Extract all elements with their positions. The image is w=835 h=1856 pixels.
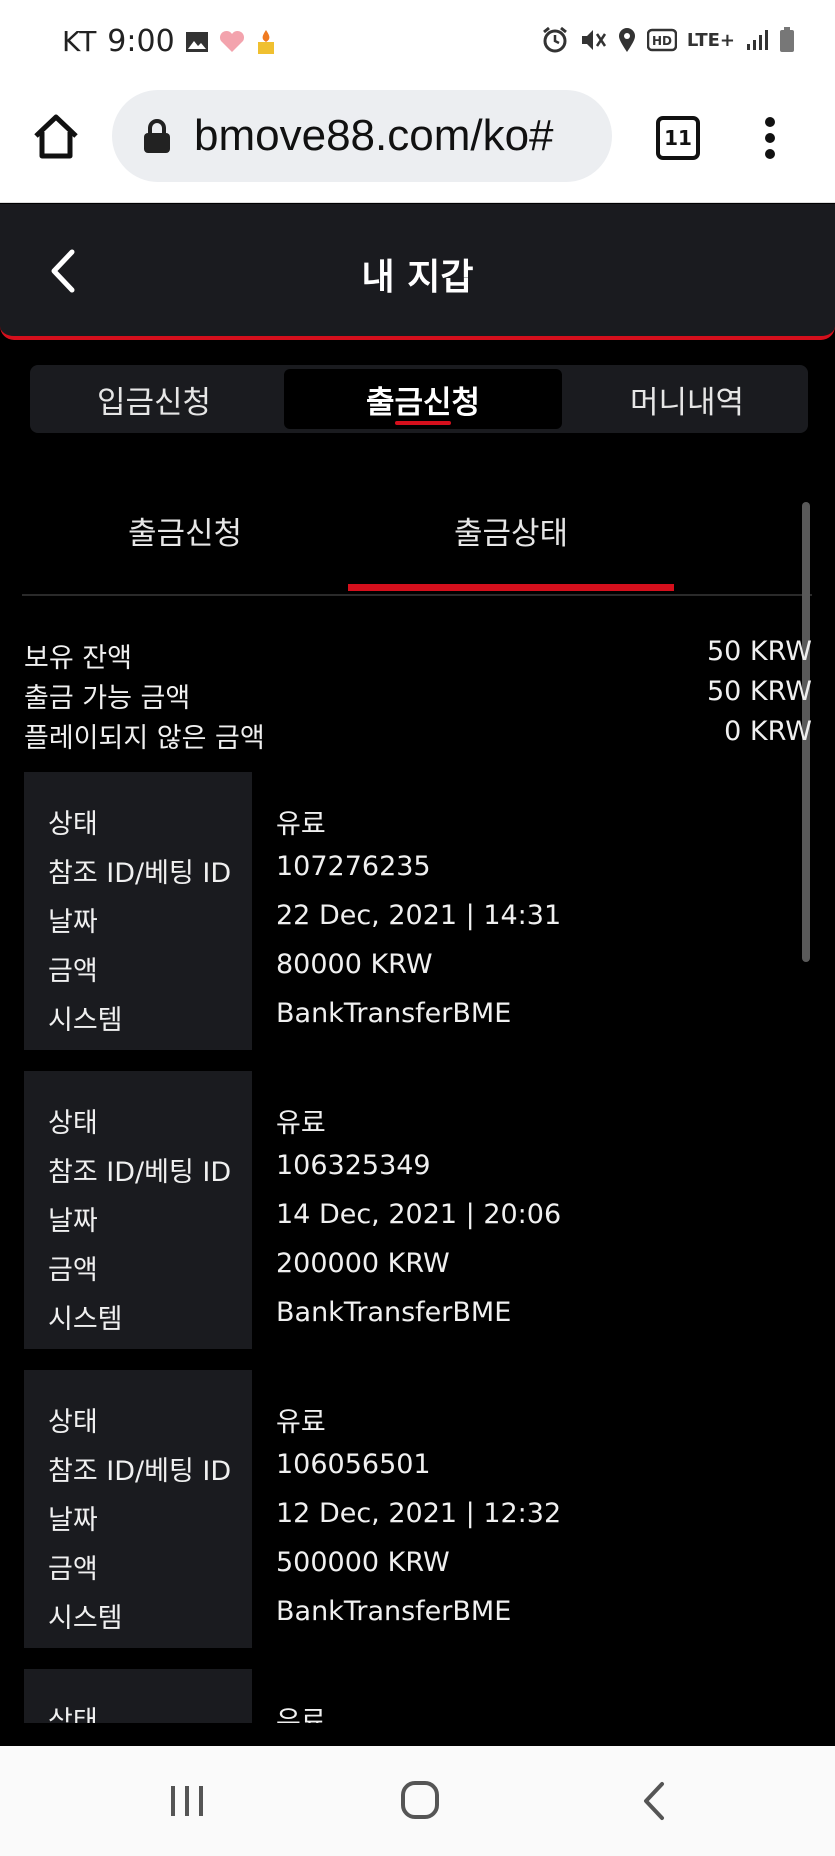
balance-summary: 보유 잔액 50 KRW 출금 가능 금액 50 KRW 플레이되지 않은 금액… — [24, 636, 812, 756]
system-value: BankTransferBME — [276, 1297, 512, 1328]
clock-time: 9:00 — [107, 24, 175, 59]
amount-value: 500000 KRW — [276, 1547, 450, 1578]
amount-label: 금액 — [48, 1255, 98, 1286]
status-value: 유료 — [276, 1407, 326, 1438]
date-label: 날짜 — [48, 1505, 98, 1536]
ref-id-label: 참조 ID/베팅 ID — [48, 1157, 232, 1188]
tab-label: 입금신청 — [96, 384, 212, 421]
tab-label: 출금신청 — [365, 384, 481, 421]
tab-money-history[interactable]: 머니내역 — [570, 369, 804, 429]
active-tab-indicator — [395, 421, 451, 425]
tab-switcher-button[interactable]: 11 — [656, 116, 700, 160]
more-menu-icon[interactable] — [762, 116, 778, 160]
system-value: BankTransferBME — [276, 1596, 512, 1627]
lock-icon — [144, 119, 170, 153]
wallet-header: 내 지갑 — [0, 204, 835, 340]
balance-value: 50 KRW — [706, 636, 812, 667]
date-label: 날짜 — [48, 1206, 98, 1237]
subtab-withdraw-status[interactable]: 출금상태 — [348, 508, 674, 553]
ref-id-label: 참조 ID/베팅 ID — [48, 858, 232, 889]
record-label-column: 상태 참조 ID/베팅 ID 날짜 금액 시스템 — [24, 1071, 252, 1349]
ref-id-value: 107276235 — [276, 851, 431, 882]
status-label: 상태 — [48, 1706, 98, 1723]
balance-label: 플레이되지 않은 금액 — [24, 723, 265, 754]
browser-toolbar: bmove88.com/ko# 11 — [0, 80, 835, 203]
ref-id-value: 106325349 — [276, 1150, 431, 1181]
signal-icon — [747, 30, 768, 50]
tab-deposit-request[interactable]: 입금신청 — [34, 369, 274, 429]
amount-value: 80000 KRW — [276, 949, 433, 980]
balance-row-held: 보유 잔액 50 KRW — [24, 636, 812, 676]
home-icon[interactable] — [30, 110, 82, 162]
status-label: 상태 — [48, 1407, 98, 1438]
hd-icon: HD — [646, 28, 677, 52]
image-icon — [185, 31, 208, 52]
battery-icon — [780, 27, 794, 52]
withdrawal-record: 상태 참조 ID/베팅 ID 날짜 금액 시스템 유료 106325349 14… — [24, 1071, 812, 1349]
alarm-icon — [542, 26, 567, 53]
system-label: 시스템 — [48, 1005, 123, 1036]
ref-id-label: 참조 ID/베팅 ID — [48, 1456, 232, 1487]
record-label-column: 상태 참조 ID/베팅 ID 날짜 금액 시스템 — [24, 1370, 252, 1648]
home-nav-icon[interactable] — [390, 1774, 450, 1828]
balance-row-withdrawable: 출금 가능 금액 50 KRW — [24, 676, 812, 716]
record-label-column: 상태 — [24, 1669, 252, 1723]
main-tab-bar: 입금신청 출금신청 머니내역 — [30, 365, 808, 433]
heart-icon — [219, 30, 244, 52]
date-value: 22 Dec, 2021 | 14:31 — [276, 900, 562, 931]
amount-label: 금액 — [48, 956, 98, 987]
balance-row-unplayed: 플레이되지 않은 금액 0 KRW — [24, 716, 812, 756]
recent-apps-icon[interactable] — [157, 1774, 217, 1828]
location-icon — [618, 28, 635, 52]
status-label: 상태 — [48, 809, 98, 840]
status-value: 유료 — [276, 1108, 326, 1139]
withdrawal-record: 상태 참조 ID/베팅 ID 날짜 금액 시스템 유료 106056501 12… — [24, 1370, 812, 1648]
back-nav-icon[interactable] — [624, 1774, 684, 1828]
lte-icon: LTE+ — [686, 29, 735, 51]
system-label: 시스템 — [48, 1603, 123, 1634]
mute-icon — [581, 30, 606, 50]
withdrawal-record: 상태 참조 ID/베팅 ID 날짜 금액 시스템 유료 107276235 22… — [24, 772, 812, 1050]
tab-label: 머니내역 — [629, 384, 745, 421]
amount-value: 200000 KRW — [276, 1248, 450, 1279]
system-nav-bar — [0, 1746, 835, 1856]
sub-tab-bar: 출금신청 출금상태 — [22, 480, 812, 596]
balance-value: 50 KRW — [706, 676, 812, 707]
balance-label: 보유 잔액 — [24, 643, 132, 674]
date-value: 12 Dec, 2021 | 12:32 — [276, 1498, 562, 1529]
status-label: 상태 — [48, 1108, 98, 1139]
ref-id-value: 106056501 — [276, 1449, 431, 1480]
carrier-label: KT — [62, 25, 98, 58]
flame-icon — [257, 29, 274, 54]
balance-value: 0 KRW — [724, 716, 812, 747]
status-value: 유료 — [276, 1706, 326, 1723]
withdrawal-record: 상태 유료 — [24, 1669, 812, 1723]
date-value: 14 Dec, 2021 | 20:06 — [276, 1199, 562, 1230]
system-label: 시스템 — [48, 1304, 123, 1335]
url-text: bmove88.com/ko# — [194, 111, 554, 160]
record-label-column: 상태 참조 ID/베팅 ID 날짜 금액 시스템 — [24, 772, 252, 1050]
status-bar: KT 9:00 HD LTE+ — [0, 0, 835, 80]
date-label: 날짜 — [48, 907, 98, 938]
amount-label: 금액 — [48, 1554, 98, 1585]
status-value: 유료 — [276, 809, 326, 840]
active-subtab-indicator — [348, 584, 674, 591]
subtab-withdraw-request[interactable]: 출금신청 — [22, 508, 348, 553]
url-bar[interactable]: bmove88.com/ko# — [112, 90, 612, 182]
system-value: BankTransferBME — [276, 998, 512, 1029]
balance-label: 출금 가능 금액 — [24, 683, 191, 714]
tab-withdraw-request[interactable]: 출금신청 — [284, 369, 562, 429]
svg-text:HD: HD — [652, 34, 672, 48]
page-title: 내 지갑 — [361, 257, 474, 298]
